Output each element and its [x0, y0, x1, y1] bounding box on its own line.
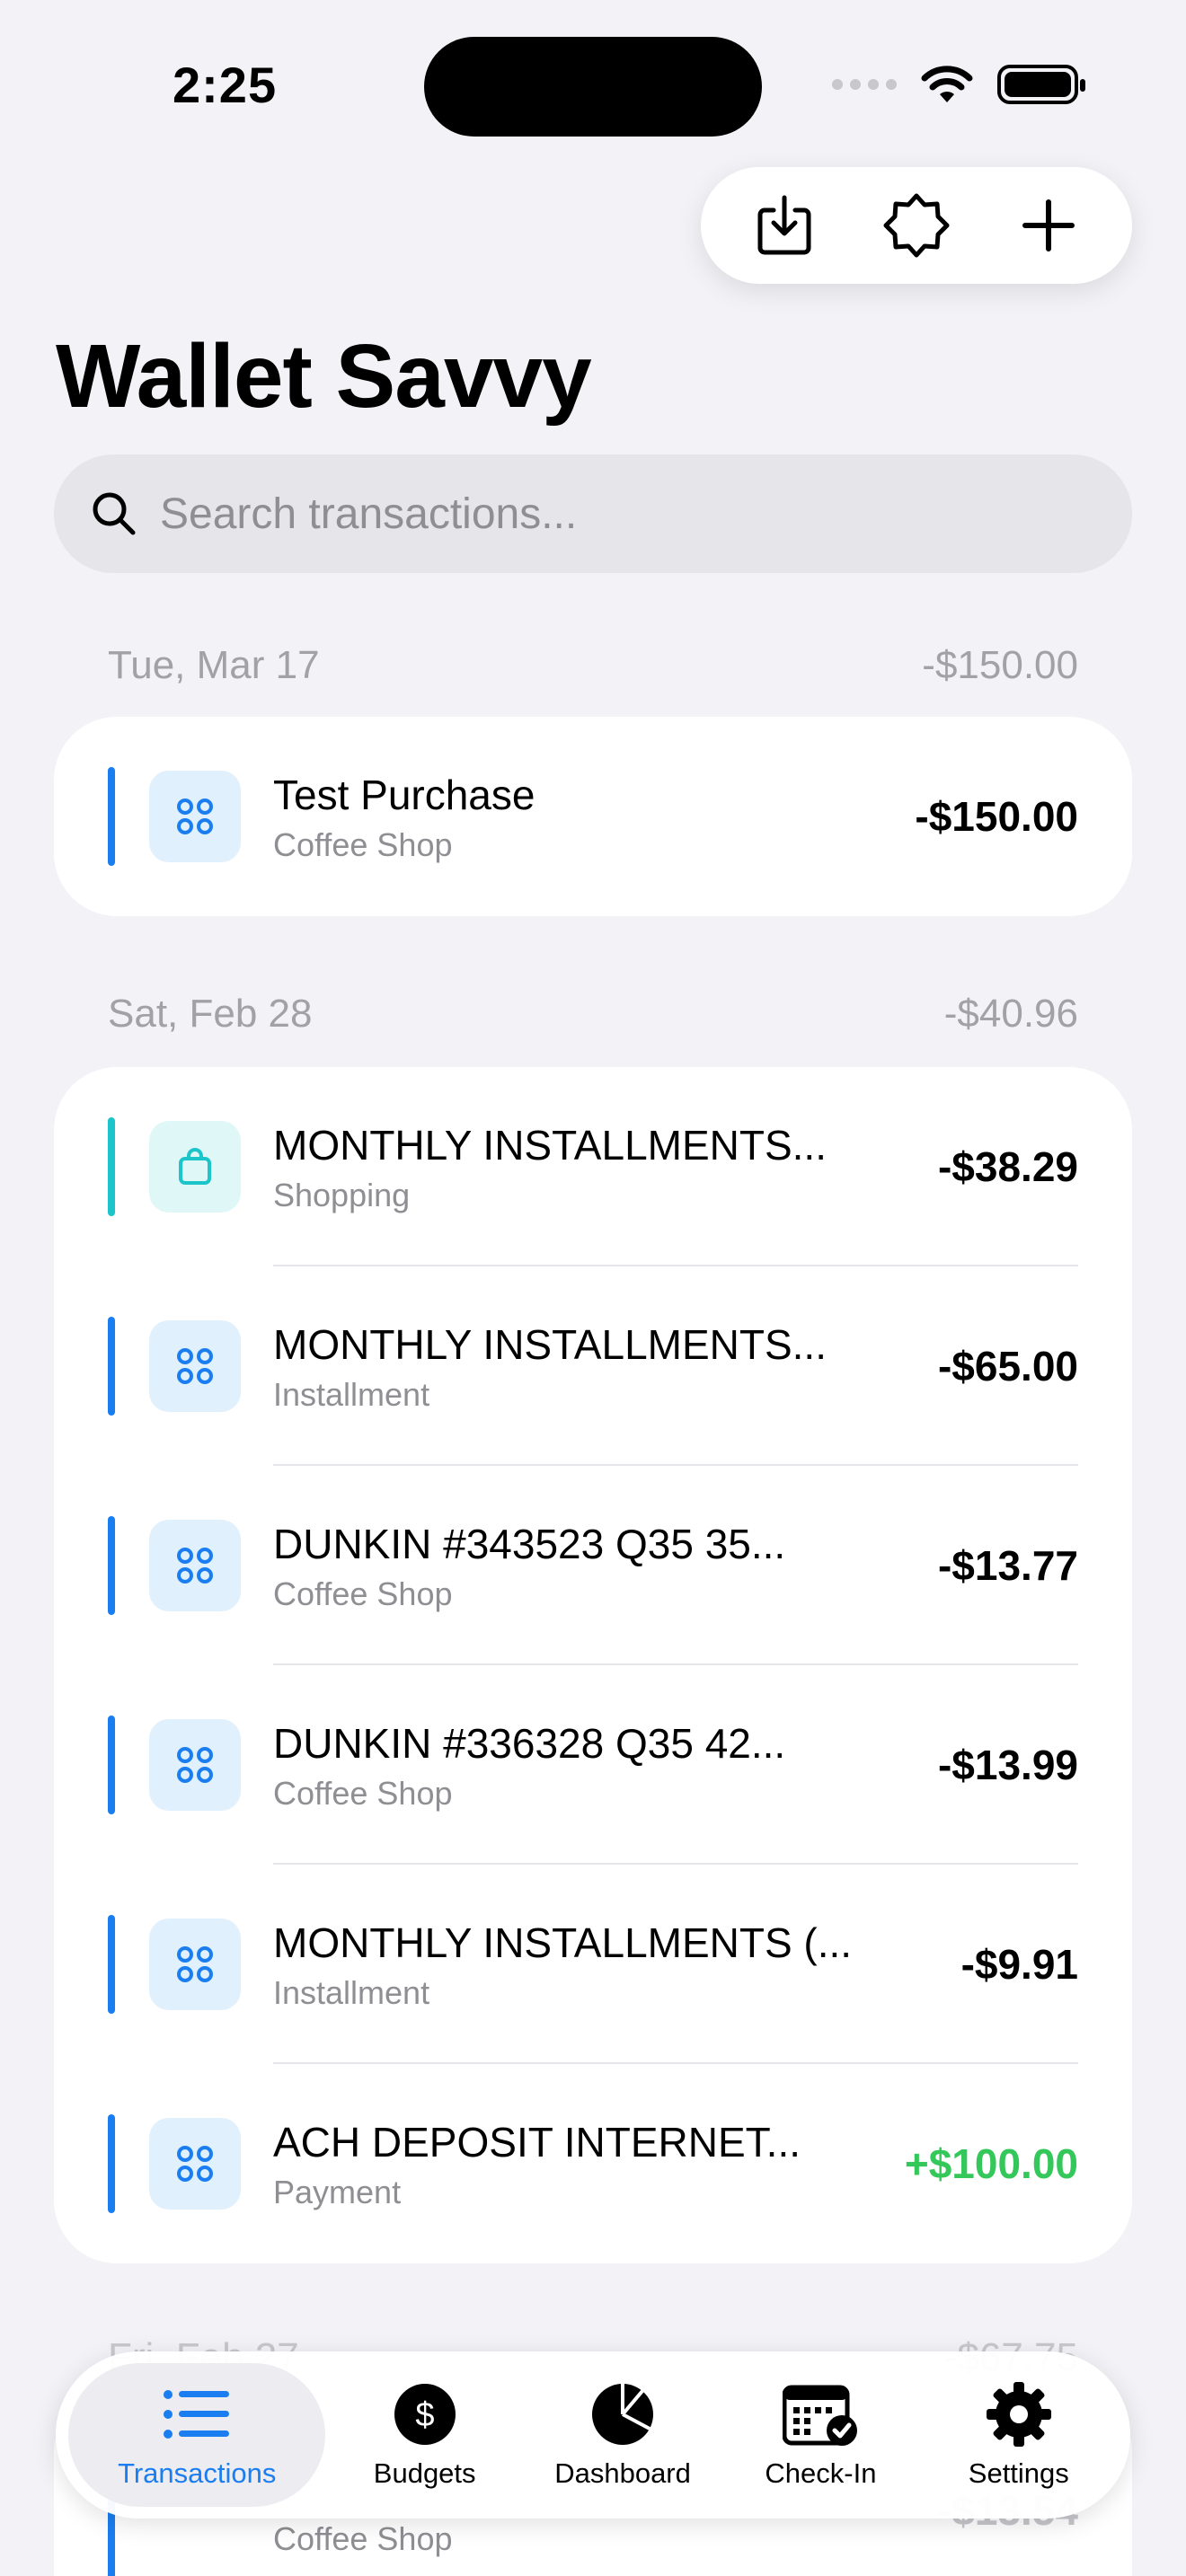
category-color-bar: [108, 1915, 115, 2014]
category-icon-tile: [149, 1520, 241, 1611]
tab-label: Transactions: [118, 2457, 277, 2489]
transaction-row[interactable]: MONTHLY INSTALLMENTS (... Installment -$…: [54, 1865, 1132, 2064]
transaction-amount: -$38.29: [937, 1143, 1078, 1190]
ai-insights-button[interactable]: [872, 181, 961, 270]
transaction-row[interactable]: Test Purchase Coffee Shop -$150.00: [54, 717, 1132, 916]
grid-icon: [177, 1348, 213, 1384]
transaction-group: MONTHLY INSTALLMENTS... Shopping -$38.29…: [54, 1067, 1132, 2263]
category-color-bar: [108, 1716, 115, 1814]
transaction-amount: +$100.00: [904, 2140, 1078, 2187]
category-color-bar: [108, 1317, 115, 1416]
category-icon-tile: [149, 2118, 241, 2210]
grid-icon: [177, 2146, 213, 2182]
tab-label: Budgets: [373, 2457, 476, 2489]
tab-label: Settings: [968, 2457, 1069, 2489]
grid-icon: [177, 1946, 213, 1982]
category-color-bar: [108, 1117, 115, 1216]
transaction-row[interactable]: MONTHLY INSTALLMENTS... Shopping -$38.29: [54, 1067, 1132, 1266]
status-icons: [832, 65, 1085, 104]
tab-budgets[interactable]: $ Budgets: [325, 2363, 523, 2507]
cellular-icon: [832, 79, 897, 90]
calendar-check-icon: [783, 2385, 858, 2446]
transaction-amount: -$13.99: [937, 1742, 1078, 1788]
transaction-name: ACH DEPOSIT INTERNET...: [273, 2119, 801, 2166]
grid-icon: [177, 1548, 213, 1584]
transaction-category: Coffee Shop: [273, 826, 453, 863]
category-icon-tile: [149, 771, 241, 862]
gear-icon: [986, 2382, 1051, 2447]
category-icon-tile: [149, 1719, 241, 1811]
transaction-name: MONTHLY INSTALLMENTS...: [273, 1321, 827, 1368]
category-color-bar: [108, 1516, 115, 1615]
tab-settings[interactable]: Settings: [920, 2363, 1118, 2507]
shopping-bag-icon: [179, 1148, 211, 1185]
search-icon: [93, 492, 136, 535]
category-icon-tile: [149, 1919, 241, 2010]
category-icon-tile: [149, 1320, 241, 1412]
section-header: Tue, Mar 17 -$150.00: [108, 643, 1078, 688]
import-button[interactable]: [739, 181, 829, 270]
transaction-name: MONTHLY INSTALLMENTS...: [273, 1122, 827, 1169]
transaction-name: DUNKIN #336328 Q35 42...: [273, 1720, 786, 1767]
section-header: Sat, Feb 28 -$40.96: [108, 992, 1078, 1037]
tray-download-icon: [757, 195, 811, 255]
transaction-name: Test Purchase: [273, 772, 535, 818]
grid-icon: [177, 798, 213, 834]
transaction-category: Coffee Shop: [273, 1575, 453, 1612]
tab-label: Check-In: [765, 2457, 877, 2489]
category-color-bar: [108, 767, 115, 866]
tab-transactions[interactable]: Transactions: [68, 2363, 326, 2507]
section-total: -$150.00: [922, 643, 1078, 687]
transaction-row[interactable]: DUNKIN #336328 Q35 42... Coffee Shop -$1…: [54, 1665, 1132, 1865]
grid-icon: [177, 1747, 213, 1783]
svg-text:$: $: [415, 2396, 434, 2434]
pie-chart-icon: [592, 2384, 654, 2445]
section-total: -$40.96: [943, 992, 1078, 1036]
search-bar[interactable]: [54, 454, 1132, 573]
transaction-amount: -$150.00: [915, 793, 1078, 840]
add-transaction-button[interactable]: [1004, 181, 1093, 270]
transaction-category: Coffee Shop: [273, 2520, 453, 2557]
battery-icon: [997, 65, 1085, 104]
transaction-row[interactable]: MONTHLY INSTALLMENTS... Installment -$65…: [54, 1266, 1132, 1466]
transaction-category: Payment: [273, 2174, 402, 2210]
plus-icon: [1022, 199, 1075, 251]
tab-check-in[interactable]: Check-In: [721, 2363, 919, 2507]
tab-dashboard[interactable]: Dashboard: [524, 2363, 721, 2507]
transaction-category: Coffee Shop: [273, 1775, 453, 1812]
transaction-row[interactable]: ACH DEPOSIT INTERNET... Payment +$100.00: [54, 2064, 1132, 2263]
tab-label: Dashboard: [554, 2457, 691, 2489]
status-time: 2:25: [173, 57, 278, 113]
category-icon-tile: [149, 1121, 241, 1213]
transaction-category: Installment: [273, 1974, 430, 2011]
transaction-amount: -$9.91: [960, 1941, 1078, 1988]
transaction-category: Shopping: [273, 1177, 411, 1213]
wifi-icon: [921, 66, 973, 102]
transaction-row[interactable]: DUNKIN #343523 Q35 35... Coffee Shop -$1…: [54, 1466, 1132, 1665]
sparkle-badge-icon: [883, 193, 950, 258]
top-toolbar: [701, 167, 1132, 284]
transaction-group: Test Purchase Coffee Shop -$150.00: [54, 717, 1132, 916]
tab-bar: Transactions $ Budgets Dashboard Check-I…: [56, 2351, 1130, 2519]
list-icon: [164, 2390, 230, 2439]
dynamic-island: [424, 37, 762, 137]
transaction-amount: -$65.00: [937, 1343, 1078, 1389]
category-color-bar: [108, 2114, 115, 2213]
transaction-name: DUNKIN #343523 Q35 35...: [273, 1521, 786, 1567]
transaction-name: MONTHLY INSTALLMENTS (...: [273, 1919, 853, 1966]
page-title: Wallet Savvy: [56, 326, 592, 427]
transaction-amount: -$13.77: [937, 1542, 1078, 1589]
search-input[interactable]: [160, 489, 1058, 539]
transaction-category: Installment: [273, 1376, 430, 1413]
section-date: Sat, Feb 28: [108, 992, 313, 1036]
section-date: Tue, Mar 17: [108, 643, 320, 687]
dollar-circle-icon: $: [394, 2384, 456, 2445]
